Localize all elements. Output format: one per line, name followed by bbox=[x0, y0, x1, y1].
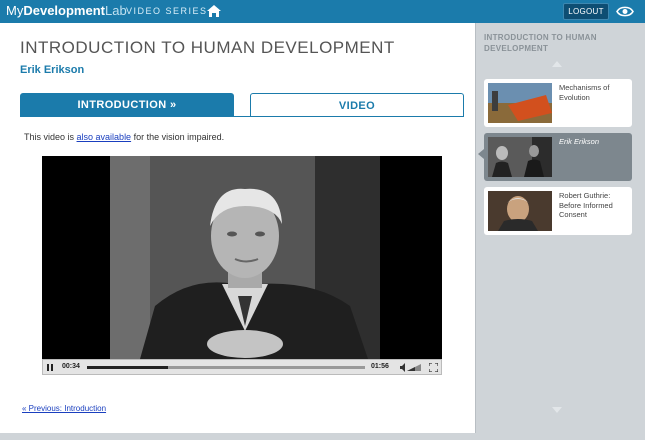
tab-video[interactable]: VIDEO bbox=[250, 93, 464, 117]
sidebar-title: INTRODUCTION TO HUMAN DEVELOPMENT bbox=[484, 33, 597, 53]
video-subtitle: Erik Erikson bbox=[20, 64, 85, 76]
video-frame-image bbox=[110, 156, 380, 359]
video-thumbnail bbox=[488, 191, 552, 231]
logo-development: Development bbox=[23, 3, 105, 18]
logout-button[interactable]: LOGOUT bbox=[563, 3, 609, 20]
active-indicator bbox=[478, 149, 484, 159]
sidebar-item-label: Robert Guthrie: Before Informed Consent bbox=[559, 191, 613, 219]
availability-suffix: for the vision impaired. bbox=[131, 132, 225, 142]
scroll-up-icon[interactable] bbox=[552, 61, 562, 67]
app-logo[interactable]: MyDevelopmentLab bbox=[6, 3, 127, 18]
video-controls: 00:34 01:56 bbox=[42, 359, 442, 375]
bottom-strip bbox=[0, 433, 645, 440]
sidebar-item-robert-guthrie[interactable]: Robert Guthrie: Before Informed Consent bbox=[484, 187, 632, 235]
also-available-link[interactable]: also available bbox=[77, 132, 132, 142]
home-icon[interactable] bbox=[206, 4, 222, 18]
main-panel: INTRODUCTION TO HUMAN DEVELOPMENT Erik E… bbox=[0, 23, 475, 440]
availability-prefix: This video is bbox=[24, 132, 77, 142]
availability-text: This video is also available for the vis… bbox=[24, 132, 224, 142]
current-time: 00:34 bbox=[62, 363, 80, 370]
series-label: VIDEO SERIES bbox=[126, 6, 208, 16]
video-thumbnail bbox=[488, 83, 552, 123]
video-thumbnail bbox=[488, 137, 552, 177]
sidebar-item-label: Erik Erikson bbox=[559, 137, 600, 146]
volume-icon[interactable] bbox=[400, 363, 422, 372]
sidebar-item-erik-erikson[interactable]: Erik Erikson bbox=[478, 133, 632, 181]
sidebar: INTRODUCTION TO HUMAN DEVELOPMENT Mechan… bbox=[475, 23, 640, 433]
top-bar: MyDevelopmentLab VIDEO SERIES LOGOUT bbox=[0, 0, 645, 23]
pause-icon[interactable] bbox=[47, 364, 53, 371]
fullscreen-icon[interactable] bbox=[429, 363, 438, 372]
video-frame bbox=[110, 156, 380, 359]
video-player[interactable] bbox=[42, 156, 442, 359]
page-title: INTRODUCTION TO HUMAN DEVELOPMENT bbox=[20, 38, 395, 57]
sidebar-item-mechanisms-of-evolution[interactable]: Mechanisms of Evolution bbox=[484, 79, 632, 127]
logo-lab: Lab bbox=[104, 3, 127, 18]
scroll-down-icon[interactable] bbox=[552, 407, 562, 413]
sidebar-item-label: Mechanisms of Evolution bbox=[559, 83, 610, 102]
previous-link[interactable]: « Previous: Introduction bbox=[22, 404, 106, 413]
eye-icon[interactable] bbox=[616, 5, 634, 18]
tab-divider bbox=[20, 116, 464, 117]
logo-my: My bbox=[6, 3, 24, 18]
progress-fill bbox=[87, 366, 168, 369]
duration-time: 01:56 bbox=[371, 363, 389, 370]
progress-bar[interactable] bbox=[87, 366, 365, 369]
tab-introduction[interactable]: INTRODUCTION » bbox=[20, 93, 234, 117]
